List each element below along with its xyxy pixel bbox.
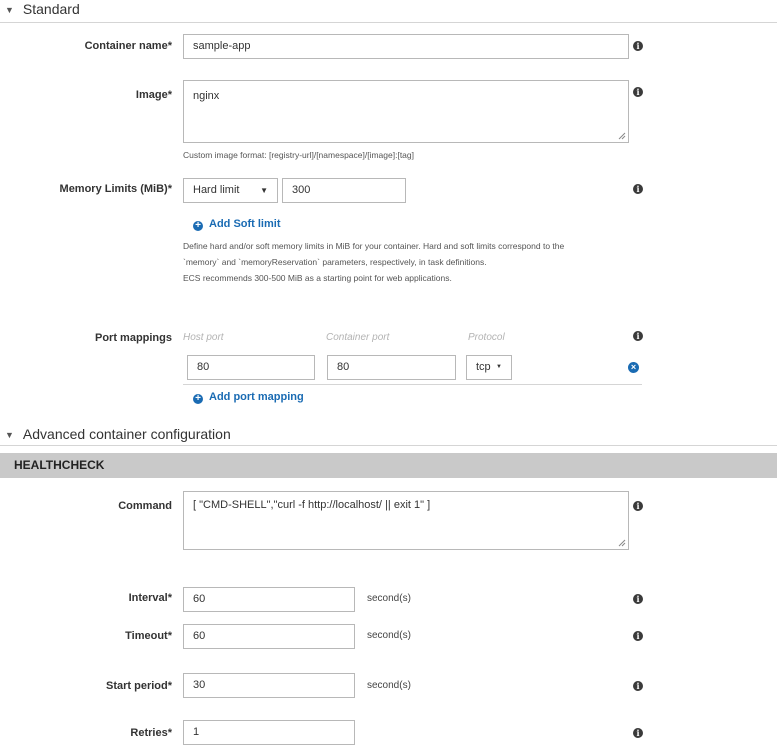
interval-label: Interval* <box>128 592 172 604</box>
add-port-mapping-link[interactable]: + Add port mapping <box>193 391 304 404</box>
info-icon[interactable]: i <box>633 594 643 604</box>
add-port-mapping-label: Add port mapping <box>209 391 304 403</box>
info-icon[interactable]: i <box>633 501 643 511</box>
caret-down-icon: ▼ <box>496 364 502 370</box>
image-label: Image* <box>135 89 172 101</box>
interval-input[interactable]: 60 <box>183 587 355 612</box>
timeout-input[interactable]: 60 <box>183 624 355 649</box>
standard-section-title: Standard <box>22 1 80 17</box>
standard-section-header[interactable]: ▼ Standard <box>0 1 80 17</box>
retries-input[interactable]: 1 <box>183 720 355 745</box>
info-icon[interactable]: i <box>633 184 643 194</box>
plus-circle-icon: + <box>193 394 203 404</box>
limit-type-value: Hard limit <box>193 184 240 196</box>
caret-down-icon: ▼ <box>260 186 268 195</box>
host-port-input[interactable]: 80 <box>187 355 315 380</box>
info-icon[interactable]: i <box>633 87 643 97</box>
memory-help-line: ECS recommends 300-500 MiB as a starting… <box>183 273 452 283</box>
memory-limits-label: Memory Limits (MiB)* <box>59 183 172 195</box>
container-port-header: Container port <box>326 332 390 343</box>
port-mappings-label: Port mappings <box>94 332 172 344</box>
retries-label: Retries* <box>130 727 172 739</box>
divider <box>0 445 777 446</box>
resize-grip-icon[interactable] <box>618 132 626 140</box>
command-textarea[interactable]: [ "CMD-SHELL","curl -f http://localhost/… <box>183 491 629 550</box>
add-soft-limit-link[interactable]: + Add Soft limit <box>193 218 281 231</box>
timeout-label: Timeout* <box>125 630 172 642</box>
start-period-unit: second(s) <box>367 680 411 691</box>
info-icon[interactable]: i <box>633 331 643 341</box>
healthcheck-title: HEALTHCHECK <box>14 458 105 472</box>
start-period-input[interactable]: 30 <box>183 673 355 698</box>
divider <box>0 22 777 23</box>
host-port-header: Host port <box>183 332 224 343</box>
interval-unit: second(s) <box>367 593 411 604</box>
container-name-input[interactable]: sample-app <box>183 34 629 59</box>
triangle-down-icon: ▼ <box>5 430 14 440</box>
plus-circle-icon: + <box>193 221 203 231</box>
command-label: Command <box>118 500 172 512</box>
triangle-down-icon: ▼ <box>5 5 14 15</box>
start-period-label: Start period* <box>105 680 172 692</box>
memory-limit-input[interactable]: 300 <box>282 178 406 203</box>
info-icon[interactable]: i <box>633 681 643 691</box>
info-icon[interactable]: i <box>633 728 643 738</box>
limit-type-select[interactable]: Hard limit ▼ <box>183 178 278 203</box>
timeout-unit: second(s) <box>367 630 411 641</box>
divider <box>183 384 642 385</box>
command-value: [ "CMD-SHELL","curl -f http://localhost/… <box>193 499 431 511</box>
image-textarea[interactable]: nginx <box>183 80 629 143</box>
add-soft-limit-label: Add Soft limit <box>209 218 281 230</box>
memory-help-line: `memory` and `memoryReservation` paramet… <box>183 257 487 267</box>
container-name-label: Container name* <box>84 40 172 52</box>
info-icon[interactable]: i <box>633 41 643 51</box>
protocol-value: tcp <box>476 361 491 373</box>
info-icon[interactable]: i <box>633 631 643 641</box>
advanced-section-title: Advanced container configuration <box>22 426 231 442</box>
protocol-select[interactable]: tcp ▼ <box>466 355 512 380</box>
resize-grip-icon[interactable] <box>618 539 626 547</box>
image-value: nginx <box>193 90 220 102</box>
healthcheck-bar: HEALTHCHECK <box>0 453 777 478</box>
memory-help-line: Define hard and/or soft memory limits in… <box>183 241 565 251</box>
remove-circle-icon[interactable]: × <box>628 362 639 373</box>
protocol-header: Protocol <box>468 332 505 343</box>
image-help-text: Custom image format: [registry-url]/[nam… <box>183 150 415 160</box>
advanced-section-header[interactable]: ▼ Advanced container configuration <box>0 426 231 442</box>
container-port-input[interactable]: 80 <box>327 355 456 380</box>
